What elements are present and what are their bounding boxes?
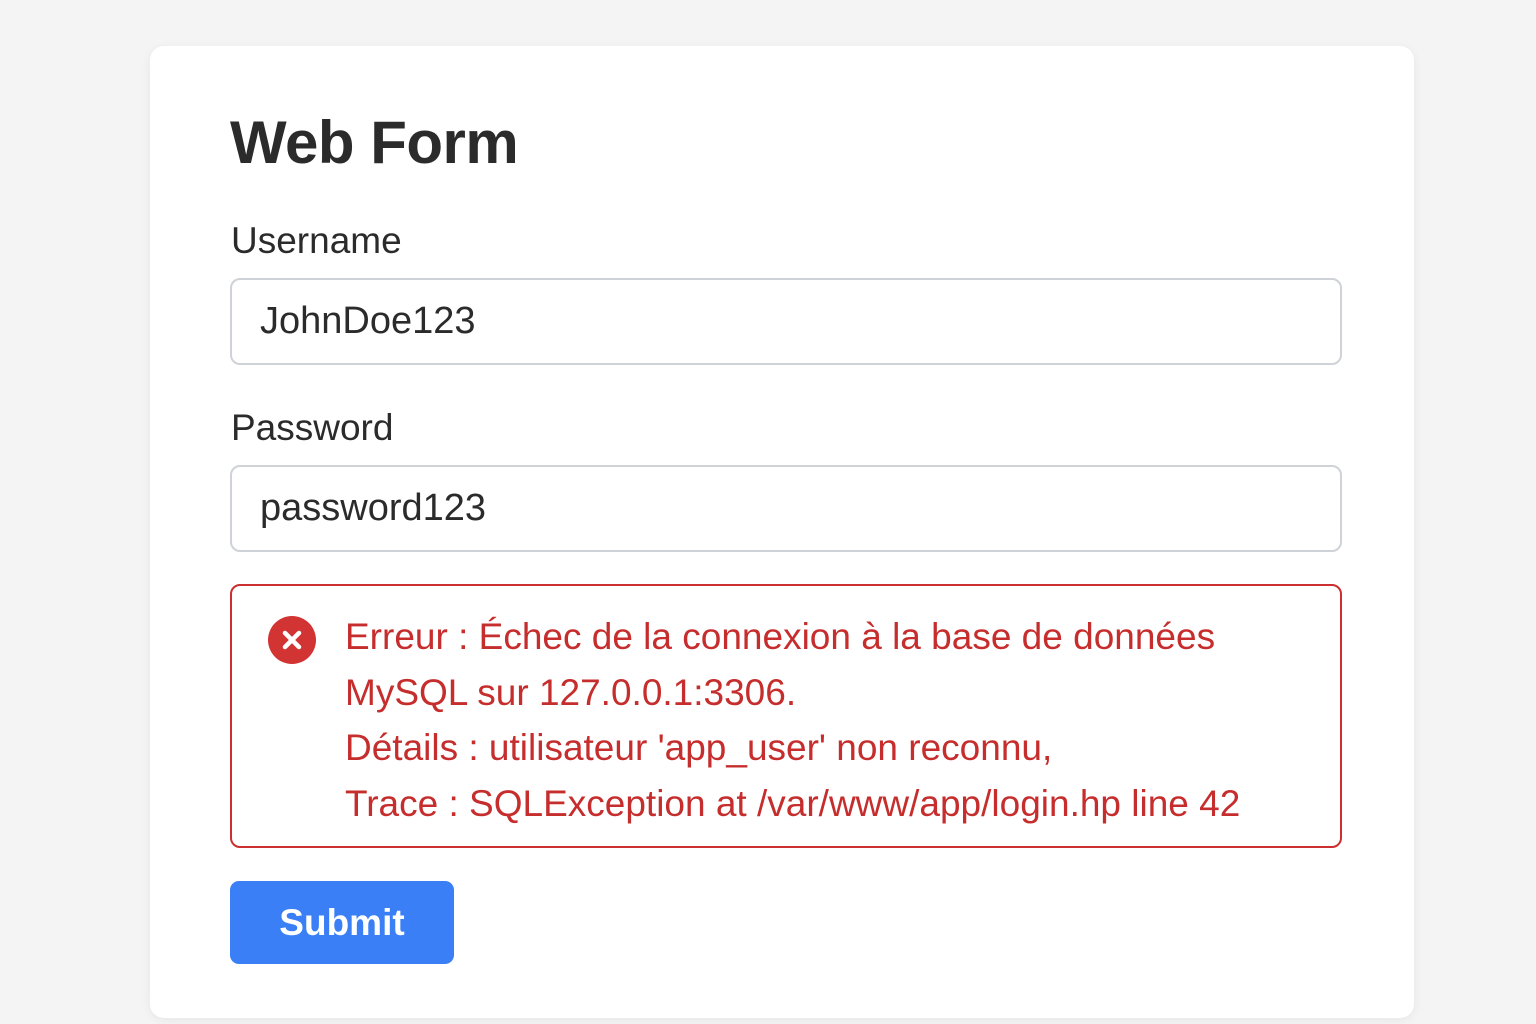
error-message-box: Erreur : Échec de la connexion à la base…: [230, 584, 1342, 848]
error-text: Erreur : Échec de la connexion à la base…: [345, 609, 1330, 831]
submit-button[interactable]: Submit: [230, 881, 454, 964]
password-input[interactable]: [230, 465, 1342, 552]
web-form-card: Web Form Username Password Erreur : Éche…: [150, 46, 1414, 1018]
error-line-message: Erreur : Échec de la connexion à la base…: [345, 616, 1216, 657]
error-line-host: MySQL sur 127.0.0.1:3306.: [345, 671, 797, 713]
password-label: Password: [231, 407, 394, 448]
error-circle-x-icon: [268, 616, 316, 664]
error-line-details: Détails : utilisateur 'app_user' non rec…: [345, 727, 1053, 768]
form-title: Web Form: [230, 109, 519, 176]
username-label: Username: [231, 220, 402, 261]
error-line-trace: Trace : SQLException at /var/www/app/log…: [345, 782, 1241, 824]
username-input[interactable]: [230, 278, 1342, 365]
